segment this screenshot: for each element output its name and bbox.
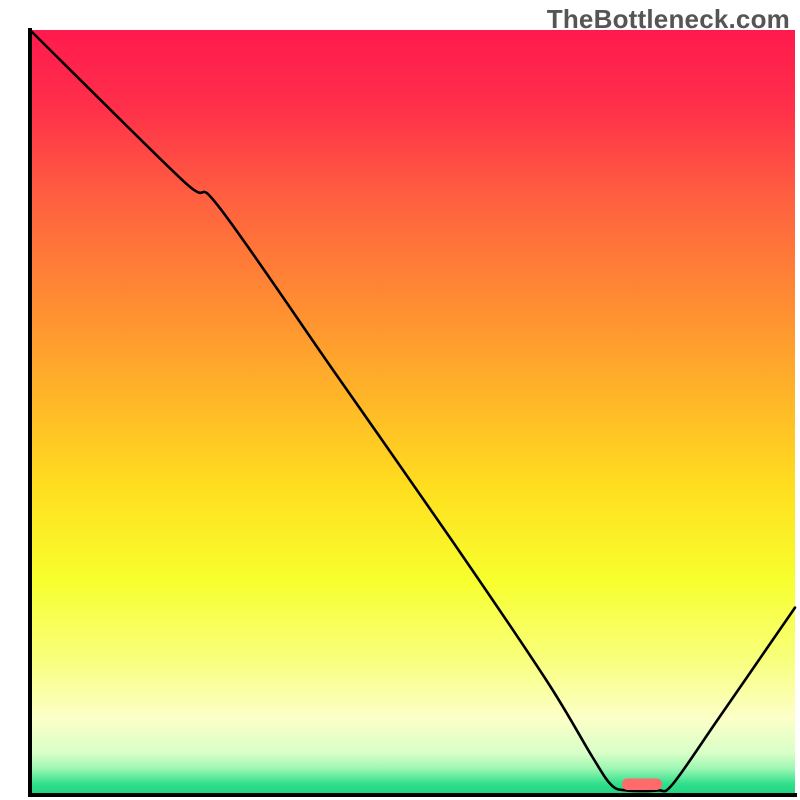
chart-container: TheBottleneck.com [0,0,800,800]
watermark-label: TheBottleneck.com [547,4,790,35]
chart-svg [0,0,800,800]
optimal-marker [622,779,662,790]
